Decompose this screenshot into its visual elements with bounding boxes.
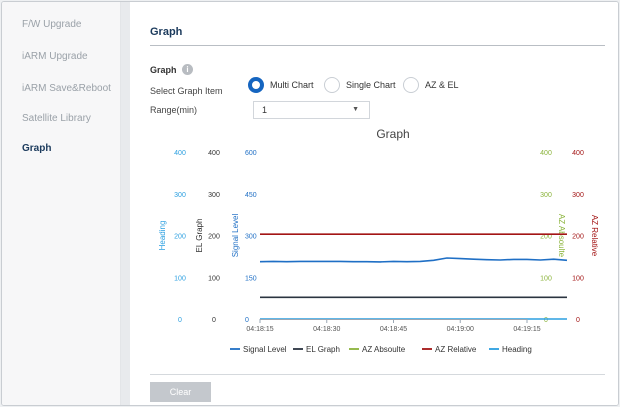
title-divider [150,45,605,46]
range-select[interactable]: 1 ▼ [253,101,370,119]
range-select-value: 1 [262,105,268,115]
y-tick-label-signal_level: 450 [245,192,257,199]
radio-az-el[interactable]: AZ & EL [403,77,459,93]
y-tick-label-az_relative: 300 [572,192,584,199]
main-panel: Graph Graph i Select Graph Item Range(mi… [130,2,618,405]
graph-chart: Graph 0 100 200 300 400 Heading 0 100 200 300 400 EL… [158,127,599,354]
clear-button[interactable]: Clear [150,382,211,402]
y-axis-title-el_graph: EL Graph [195,219,204,253]
legend-label: Heading [502,345,532,354]
radio-multi-chart[interactable]: Multi Chart [248,77,314,93]
footer-divider [150,374,605,375]
sidebar-divider [121,2,130,405]
x-tick-label: 04:18:30 [313,326,340,333]
legend-label: AZ Relative [435,345,477,354]
select-graph-item-label: Select Graph Item [150,86,223,96]
y-tick-label-az_absolute: 400 [540,150,552,157]
radio-unchecked-icon [324,77,340,93]
radio-single-chart[interactable]: Single Chart [324,77,396,93]
sidebar-item-iarm-upgrade[interactable]: iARM Upgrade [22,51,88,62]
x-tick-label: 04:19:00 [447,326,474,333]
y-tick-label-az_absolute: 100 [540,275,552,282]
y-tick-label-signal_level: 600 [245,150,257,157]
y-tick-label-el_graph: 400 [208,150,220,157]
radio-label: Single Chart [346,80,396,90]
legend-label: EL Graph [306,345,340,354]
radio-label: Multi Chart [270,80,314,90]
app-window: F/W Upgrade iARM Upgrade iARM Save&Reboo… [1,1,619,406]
x-tick-label: 04:18:45 [380,326,407,333]
x-tick-label: 04:18:15 [246,326,273,333]
y-tick-label-az_relative: 0 [576,317,580,324]
range-label: Range(min) [150,105,198,115]
y-tick-label-az_absolute: 300 [540,192,552,199]
y-tick-label-el_graph: 200 [208,234,220,241]
info-icon[interactable]: i [182,64,193,75]
y-tick-label-heading: 300 [174,192,186,199]
y-tick-label-az_relative: 200 [572,234,584,241]
sidebar-item-fw-upgrade[interactable]: F/W Upgrade [22,19,81,30]
y-axis-title-az_absolute: AZ Absoulte [557,214,566,258]
y-tick-label-az_absolute: 0 [544,317,548,324]
y-axis-title-signal_level: Signal Level [231,213,240,257]
y-tick-label-az_relative: 400 [572,150,584,157]
y-tick-label-az_relative: 100 [572,275,584,282]
y-tick-label-heading: 0 [178,317,182,324]
sidebar-item-satellite-library[interactable]: Satellite Library [22,113,91,124]
series-line-signal-level [259,257,568,263]
x-tick-label: 04:19:15 [513,326,540,333]
sidebar-item-graph[interactable]: Graph [22,143,51,154]
legend-label: Signal Level [243,345,287,354]
chevron-down-icon: ▼ [352,106,359,113]
y-tick-label-heading: 400 [174,150,186,157]
sidebar-item-iarm-save-reboot[interactable]: iARM Save&Reboot [22,83,111,94]
y-axis-title-heading: Heading [158,221,167,251]
page-title: Graph [150,26,183,38]
radio-checked-icon [248,77,264,93]
y-tick-label-el_graph: 300 [208,192,220,199]
y-tick-label-el_graph: 100 [208,275,220,282]
y-tick-label-heading: 100 [174,275,186,282]
y-tick-label-signal_level: 0 [245,317,249,324]
y-axis-title-az_relative: AZ Relative [590,215,599,257]
y-tick-label-signal_level: 300 [245,234,257,241]
section-label: Graph [150,65,177,75]
y-tick-label-heading: 200 [174,234,186,241]
chart-title: Graph [376,127,409,141]
y-tick-label-el_graph: 0 [212,317,216,324]
y-tick-label-signal_level: 150 [245,275,257,282]
legend-label: AZ Absoulte [362,345,406,354]
sidebar: F/W Upgrade iARM Upgrade iARM Save&Reboo… [2,2,121,405]
radio-unchecked-icon [403,77,419,93]
radio-label: AZ & EL [425,80,459,90]
